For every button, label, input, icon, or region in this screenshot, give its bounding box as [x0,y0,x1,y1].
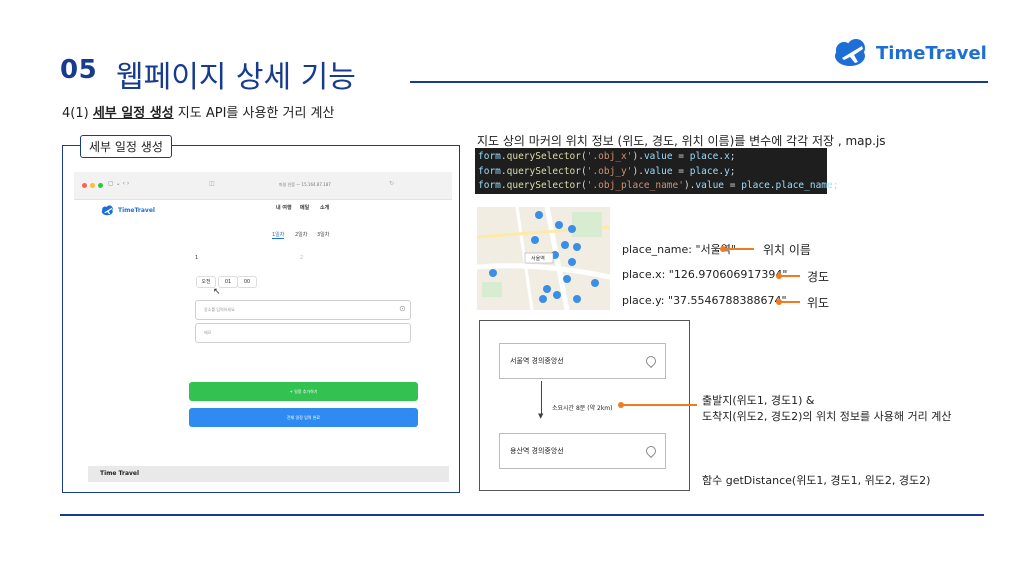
code-line-2: form.querySelector('.obj_y').value = pla… [478,165,736,177]
map-screenshot[interactable]: 서울역 [477,207,610,310]
function-description: 함수 getDistance(위도1, 경도1, 위도2, 경도2) [702,474,931,487]
code-line-1: form.querySelector('.obj_x').value = pla… [478,151,736,162]
from-station-box[interactable]: 서울역 경의중앙선 [499,343,666,379]
route-desc-line1: 출발지(위도1, 경도1) & [702,394,815,407]
nav-mail[interactable]: 메일 [300,204,309,211]
logo-text: TimeTravel [876,42,987,64]
mockup-logo-text: TimeTravel [118,207,155,214]
maximize-dot [98,183,103,188]
route-duration: 소요시간 8분 (약 2km) [552,405,613,412]
place-name-label: 위치 이름 [763,243,811,257]
bottom-divider [60,514,984,516]
nav-about[interactable]: 소개 [320,204,329,211]
tab-day-1[interactable]: 1일차 [272,231,285,239]
mockup-footer: Time Travel [88,466,449,482]
minimize-dot [90,183,95,188]
reload-icon: ↻ [389,180,395,187]
schedule-number: 1 [195,255,199,261]
webpage-mockup: ▢ ⌄ ‹ › ◫ 마일 인증 — 15.164.87.187 ↻ TimeTr… [74,172,452,484]
arrow-line [724,248,754,250]
to-station-name: 용산역 경의중앙선 [510,447,564,455]
schedule-number-2: 2 [300,255,304,261]
code-block: form.querySelector('.obj_x').value = pla… [475,148,839,194]
sidebar-toggle-icon: ◫ [209,180,215,187]
arrow-line [622,404,697,406]
map-station-label: 서울역 [531,256,545,262]
y-value: place.y: "37.5546788388674" [622,294,787,307]
minute-select[interactable]: 00 [237,276,257,288]
code-line-3: form.querySelector('.obj_place_name').va… [478,180,839,191]
hour-select[interactable]: 01 [218,276,238,288]
browser-bar: ▢ ⌄ ‹ › ◫ 마일 인증 — 15.164.87.187 ↻ [74,172,452,200]
brand-logo: TimeTravel [832,38,987,68]
airplane-cloud-icon [835,39,865,66]
location-pin-icon[interactable]: ⊙ [399,304,406,313]
arrow-line [780,301,800,303]
place-name-value: place_name: "서울역" [622,243,736,256]
close-dot [82,183,87,188]
subtitle-bold: 세부 일정 생성 [92,106,174,121]
route-connector [541,381,542,415]
code-caption: 지도 상의 마커의 위치 정보 (위도, 경도, 위치 이름)를 변수에 각각 … [477,134,886,148]
route-desc-line2: 도착지(위도2, 경도2)의 위치 정보를 사용해 거리 계산 [702,410,952,423]
down-arrow-icon: ▼ [538,412,544,420]
section-number: 05 [60,55,98,85]
y-label: 위도 [807,296,830,310]
add-schedule-button[interactable]: + 일정 추가하기 [189,382,418,401]
subtitle-rest: 지도 API를 사용한 거리 계산 [177,106,335,121]
arrow-line [780,275,800,277]
subtitle: 4(1) 세부 일정 생성 지도 API를 사용한 거리 계산 [62,102,334,121]
title-divider [410,81,988,83]
mockup-logo: TimeTravel [100,205,155,216]
page-title: 웹페이지 상세 기능 [116,60,356,95]
browser-url: 마일 인증 — 15.164.87.187 [279,182,331,187]
subtitle-prefix: 4(1) [62,106,89,121]
tab-day-3[interactable]: 3일차 [317,231,329,238]
memo-input[interactable]: 메모 [195,323,411,343]
airplane-cloud-icon [101,205,113,216]
to-station-box[interactable]: 용산역 경의중앙선 [499,433,666,469]
arrow-corner [697,404,699,406]
from-station-name: 서울역 경의중앙선 [510,357,564,365]
place-input[interactable]: 장소를 입력하세요 [195,300,411,320]
route-description: 출발지(위도1, 경도1) & 도착지(위도2, 경도2)의 위치 정보를 사용… [702,393,951,425]
frame-label: 세부 일정 생성 [80,135,172,158]
x-value: place.x: "126.970606917394" [622,268,788,281]
x-label: 경도 [807,270,830,284]
nav-my-trip[interactable]: 내 여행 [276,204,292,211]
browser-nav-icon: ▢ ⌄ ‹ › [108,180,130,187]
cursor-icon: ↖ [213,287,221,297]
tab-day-2[interactable]: 2일차 [295,231,307,238]
complete-schedule-button[interactable]: 전체 일정 입력 완료 [189,408,418,427]
